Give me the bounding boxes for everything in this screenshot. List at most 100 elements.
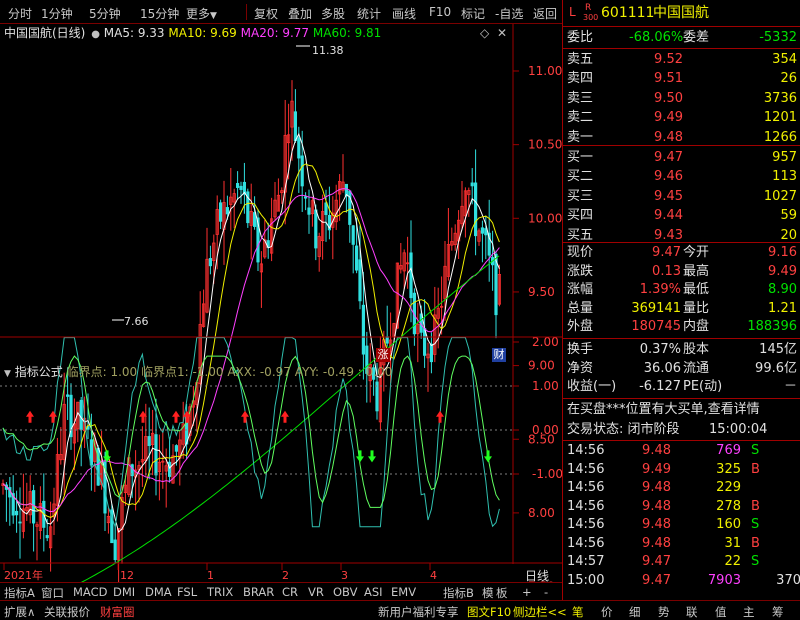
period-label[interactable]: 日线 (525, 570, 549, 582)
period-toolbar: 分时 1分钟 5分钟 15分钟 更多▼ 复权 叠加 多股 统计 画线 F10 标… (0, 0, 562, 24)
tab-dmi[interactable]: DMI (113, 585, 135, 599)
finance-tag[interactable]: 财 (492, 348, 506, 362)
stat-value: 1.39% (639, 282, 681, 298)
detail-icon[interactable]: 细 (629, 604, 641, 620)
tab-brar[interactable]: BRAR (243, 585, 274, 599)
tab-dma[interactable]: DMA (145, 585, 172, 599)
trend-icon[interactable]: 势 (658, 604, 670, 620)
stat-label: 今开 (683, 245, 710, 260)
chevron-down-icon[interactable]: ▼ (210, 11, 217, 21)
tick-time: 15:00 (567, 572, 605, 588)
candle-body (235, 183, 240, 188)
quote-panel: L R 300 601111 中国国航 委比 -68.06% 委差 -5332 … (562, 0, 800, 600)
draw-line-button[interactable]: 画线 (392, 5, 416, 22)
price-tick-label: 9.50 (528, 285, 555, 299)
wealth-circle-button[interactable]: 财富圈 (100, 604, 135, 620)
buy-level-price: 9.44 (654, 208, 683, 224)
stat-value: 369141 (631, 300, 681, 316)
chart-canvas[interactable]: 11.0010.5010.009.509.008.508.007.502.001… (0, 24, 562, 582)
big-order-notice[interactable]: 在买盘***位置有大买单,查看详情 (567, 403, 760, 416)
tick-volume: 229 (716, 480, 741, 495)
sell-signal-arrow (356, 450, 364, 463)
zoom-in-button[interactable]: + (522, 585, 532, 599)
tab-fsl[interactable]: FSL (177, 585, 197, 599)
stat-label: 涨幅 (567, 282, 594, 298)
tab-more[interactable]: 更多▼ (186, 5, 217, 22)
add-favorite-button[interactable]: -自选 (495, 5, 523, 22)
tab-asi[interactable]: ASI (364, 585, 383, 599)
rise-tag[interactable]: 涨 (376, 348, 390, 362)
tab-board[interactable]: 板 (496, 585, 508, 601)
sell-level-label: 卖四 (567, 71, 594, 87)
graphic-f10-button[interactable]: 图文F10 (467, 604, 511, 620)
trade-status: 交易状态: 闭市阶段 (567, 422, 680, 437)
buy-level-volume: 59 (780, 208, 797, 224)
tab-vr[interactable]: VR (308, 585, 324, 599)
value-icon[interactable]: 值 (715, 604, 727, 620)
buy-level-price: 9.43 (654, 227, 683, 243)
statistics-button[interactable]: 统计 (357, 5, 381, 22)
multi-stock-button[interactable]: 多股 (321, 5, 345, 22)
mark-button[interactable]: 标记 (461, 5, 485, 22)
price-tick-label: 8.00 (528, 506, 555, 520)
tab-macd[interactable]: MACD (73, 585, 107, 599)
tab-cr[interactable]: CR (282, 585, 298, 599)
tab-obv[interactable]: OBV (333, 585, 357, 599)
f10-button[interactable]: F10 (429, 5, 451, 19)
price-tick-label: 10.50 (528, 138, 562, 152)
fund-label: 净资 (567, 360, 594, 376)
candle-body (79, 399, 83, 431)
sell-level-price: 9.50 (654, 90, 683, 106)
indicator-settings-icon[interactable]: ▼ (4, 369, 11, 379)
sidebar-toggle-button[interactable]: 侧边栏<< (513, 604, 567, 620)
sell-signal-arrow (484, 450, 492, 463)
tab-template[interactable]: 模 (482, 585, 494, 601)
diamond-icon[interactable]: ◇ (480, 26, 489, 40)
tab-emv[interactable]: EMV (391, 585, 416, 599)
tab-trix[interactable]: TRIX (207, 585, 233, 599)
tab-indicator-a[interactable]: 指标A (4, 585, 35, 601)
price-icon[interactable]: 价 (601, 604, 613, 620)
r-marker: R (585, 3, 592, 13)
link-icon[interactable]: 联 (686, 604, 698, 620)
tick-side: S (751, 554, 760, 569)
buy-level-label: 买五 (567, 227, 594, 243)
new-user-benefit-link[interactable]: 新用户福利专享 (378, 604, 459, 620)
sell-level-label: 卖一 (567, 129, 594, 145)
time-label-4: 3 (341, 569, 348, 582)
tab-indicator-b[interactable]: 指标B (443, 585, 474, 601)
candle-body (385, 336, 389, 344)
main-icon[interactable]: 主 (743, 604, 755, 620)
time-label-0: 2021年 (4, 569, 43, 582)
l-marker: L (569, 5, 576, 19)
tab-1min[interactable]: 1分钟 (41, 5, 73, 22)
overlay-button[interactable]: 叠加 (288, 5, 312, 22)
candle-body (429, 343, 434, 363)
ma-settings-icon[interactable]: ● (91, 29, 100, 40)
fund-value: － (783, 379, 797, 394)
buy-level-volume: 1027 (763, 188, 797, 204)
candle-body (18, 521, 22, 524)
close-icon[interactable]: ✕ (497, 26, 507, 40)
note-icon[interactable]: 笔 (572, 604, 584, 620)
tab-15min[interactable]: 15分钟 (140, 5, 179, 22)
buy-level-volume: 957 (772, 150, 797, 165)
sell-level-volume: 1266 (763, 129, 797, 145)
candle-body (480, 227, 485, 234)
tick-side: S (751, 443, 760, 458)
zoom-out-button[interactable]: - (544, 585, 548, 599)
ma20-value: MA20: 9.77 (240, 26, 310, 40)
more-label[interactable]: 更多 (186, 7, 210, 21)
back-button[interactable]: 返回 (533, 5, 557, 22)
chips-icon[interactable]: 筹 (772, 604, 784, 620)
sell-level-volume: 3736 (763, 90, 797, 106)
related-quote-button[interactable]: 关联报价 (44, 604, 90, 620)
tab-intraday[interactable]: 分时 (8, 5, 32, 22)
buy-signal-arrow (26, 410, 34, 423)
tab-5min[interactable]: 5分钟 (89, 5, 121, 22)
tab-window[interactable]: 窗口 (41, 585, 64, 601)
expand-button[interactable]: 扩展∧ (4, 604, 35, 620)
buy-level-price: 9.45 (654, 188, 683, 204)
tick-time: 14:56 (567, 480, 605, 495)
restore-rights-button[interactable]: 复权 (254, 5, 278, 22)
